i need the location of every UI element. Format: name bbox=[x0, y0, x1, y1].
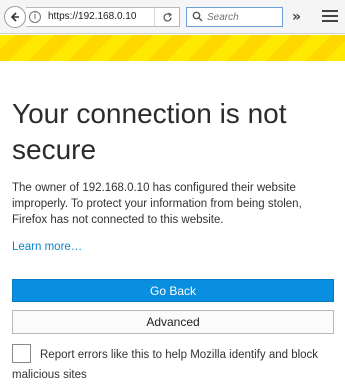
overflow-icon: » bbox=[292, 9, 302, 25]
search-icon bbox=[192, 11, 203, 22]
hamburger-menu-icon bbox=[322, 10, 338, 12]
reload-icon bbox=[162, 11, 172, 21]
hamburger-menu-button[interactable] bbox=[322, 10, 338, 24]
search-box[interactable] bbox=[186, 7, 283, 27]
back-button[interactable] bbox=[4, 6, 26, 28]
reload-button[interactable] bbox=[154, 7, 180, 27]
info-icon[interactable]: i bbox=[29, 11, 41, 23]
url-text: https://192.168.0.10 bbox=[48, 11, 137, 22]
warning-stripe bbox=[0, 35, 345, 61]
error-description: The owner of 192.168.0.10 has configured… bbox=[12, 182, 302, 226]
page-title: Your connection is not secure bbox=[12, 98, 287, 165]
report-errors-label: Report errors like this to help Mozilla … bbox=[12, 349, 319, 381]
overflow-button[interactable]: » bbox=[292, 9, 301, 25]
back-arrow-icon bbox=[10, 12, 19, 22]
advanced-button[interactable]: Advanced bbox=[12, 310, 334, 334]
learn-more-link[interactable]: Learn more… bbox=[12, 241, 82, 253]
search-input[interactable] bbox=[207, 10, 279, 24]
go-back-button[interactable]: Go Back bbox=[12, 279, 334, 302]
browser-toolbar: i https://192.168.0.10 » bbox=[0, 0, 345, 34]
